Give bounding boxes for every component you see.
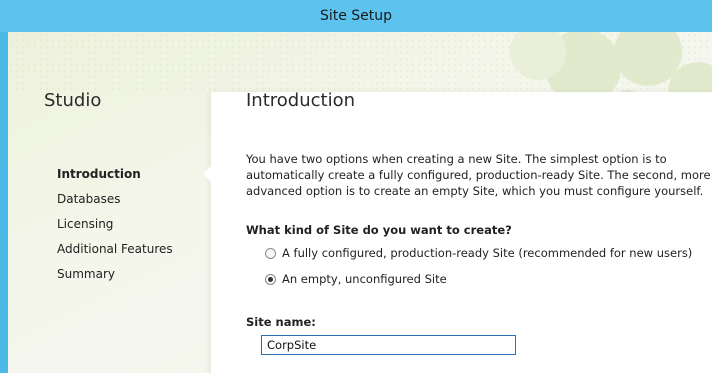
site-type-question: What kind of Site do you want to create? <box>246 223 512 237</box>
sidebar-item-summary[interactable]: Summary <box>57 265 173 290</box>
site-name-input[interactable] <box>261 335 516 355</box>
option-label: A fully configured, production-ready Sit… <box>282 246 693 260</box>
option-fully-configured[interactable]: A fully configured, production-ready Sit… <box>265 246 692 260</box>
radio-checked-icon[interactable] <box>265 273 276 285</box>
window-title: Site Setup <box>0 0 712 32</box>
sidebar-title: Studio <box>44 90 102 111</box>
sidebar-item-introduction[interactable]: Introduction <box>57 165 173 190</box>
option-empty-site[interactable]: An empty, unconfigured Site <box>265 272 447 286</box>
sidebar-item-databases[interactable]: Databases <box>57 190 173 215</box>
client-area: Studio Introduction Databases Licensing … <box>8 32 712 373</box>
option-label: An empty, unconfigured Site <box>282 272 447 286</box>
sidebar-item-licensing[interactable]: Licensing <box>57 215 173 240</box>
sidebar-item-additional-features[interactable]: Additional Features <box>57 240 173 265</box>
page-title: Introduction <box>246 90 356 111</box>
radio-unchecked-icon[interactable] <box>265 247 276 259</box>
site-name-label: Site name: <box>246 315 316 329</box>
site-setup-window: Site Setup Studio Introduction Databases… <box>0 0 712 373</box>
active-item-pointer <box>203 166 211 182</box>
sidebar-nav: Introduction Databases Licensing Additio… <box>57 165 173 290</box>
intro-text: You have two options when creating a new… <box>246 152 711 198</box>
